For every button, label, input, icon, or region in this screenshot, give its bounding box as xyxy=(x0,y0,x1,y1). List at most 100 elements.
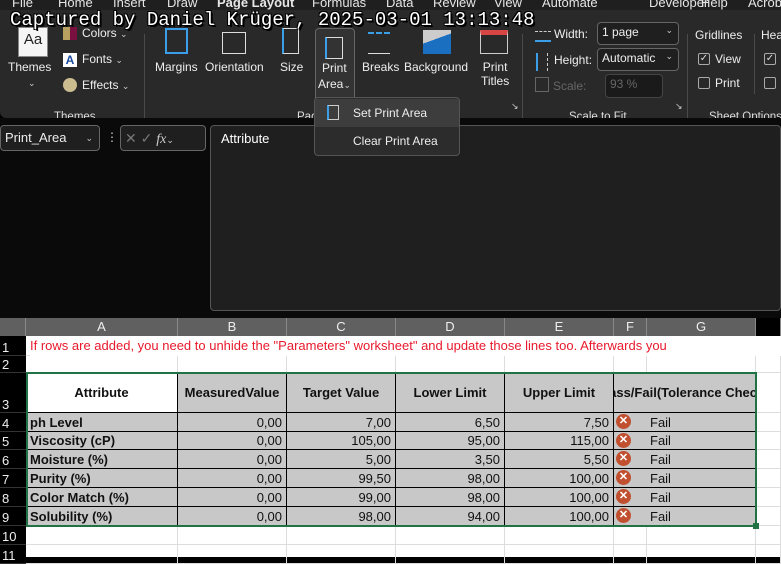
cell-measured[interactable]: 0,00 xyxy=(178,469,287,488)
cell-lower[interactable]: 98,00 xyxy=(396,469,505,488)
menu-automate[interactable]: Automate xyxy=(542,0,598,10)
row-header-7[interactable]: 7 xyxy=(0,469,26,488)
cell[interactable] xyxy=(756,545,781,564)
cell[interactable] xyxy=(505,526,614,545)
header-measured-value[interactable]: Measured Value xyxy=(178,373,287,413)
cell[interactable] xyxy=(396,526,505,545)
cell-measured[interactable]: 0,00 xyxy=(178,507,287,526)
cell-result-icon[interactable]: ✕ xyxy=(614,507,647,526)
cell-measured[interactable]: 0,00 xyxy=(178,413,287,432)
cell-upper[interactable]: 100,00 xyxy=(505,469,614,488)
row-header-10[interactable]: 10 xyxy=(0,526,26,545)
cell[interactable] xyxy=(614,545,647,564)
cell[interactable] xyxy=(505,545,614,564)
cell-attribute[interactable]: Purity (%) xyxy=(26,469,178,488)
orientation-button[interactable]: Orientation xyxy=(205,60,264,74)
cell-target[interactable]: 98,00 xyxy=(287,507,396,526)
cell[interactable] xyxy=(756,469,781,488)
cell[interactable] xyxy=(505,356,614,373)
effects-button[interactable]: Effects ⌄ xyxy=(82,78,129,92)
column-header-F[interactable]: F xyxy=(614,318,647,336)
cell[interactable] xyxy=(756,488,781,507)
column-header-B[interactable]: B xyxy=(178,318,287,336)
cell-result-icon[interactable]: ✕ xyxy=(614,488,647,507)
headings-view-checkbox[interactable]: ✓ xyxy=(764,53,776,65)
gridlines-print-checkbox[interactable] xyxy=(698,77,710,89)
cell[interactable] xyxy=(756,413,781,432)
cell-upper[interactable]: 100,00 xyxy=(505,507,614,526)
column-header-C[interactable]: C xyxy=(287,318,396,336)
column-header-A[interactable]: A xyxy=(26,318,178,336)
cell-target[interactable]: 99,00 xyxy=(287,488,396,507)
cell-result[interactable]: Fail xyxy=(647,432,756,450)
cell-attribute[interactable]: Moisture (%) xyxy=(26,450,178,469)
cell[interactable] xyxy=(396,356,505,373)
headings-print-checkbox[interactable] xyxy=(764,77,776,89)
cell[interactable] xyxy=(287,356,396,373)
cell[interactable] xyxy=(756,526,781,545)
formula-input[interactable]: Attribute xyxy=(210,125,781,311)
cell-measured[interactable]: 0,00 xyxy=(178,488,287,507)
cell[interactable] xyxy=(756,432,781,450)
enter-icon[interactable]: ✓ xyxy=(141,130,153,146)
cell[interactable] xyxy=(647,356,756,373)
cell-upper[interactable]: 5,50 xyxy=(505,450,614,469)
cell-upper[interactable]: 100,00 xyxy=(505,488,614,507)
row-header-9[interactable]: 9 xyxy=(0,507,26,526)
cell-result-icon[interactable]: ✕ xyxy=(614,469,647,488)
cell-result[interactable]: Fail xyxy=(647,507,756,526)
name-box[interactable]: Print_Area ⌄ xyxy=(0,125,100,151)
cell[interactable] xyxy=(647,545,756,564)
menu-developer[interactable]: Developer xyxy=(649,0,708,10)
background-button[interactable]: Background xyxy=(404,60,468,74)
cell[interactable] xyxy=(26,356,178,373)
row-header-6[interactable]: 6 xyxy=(0,450,26,469)
cell[interactable] xyxy=(756,373,781,413)
cell-attribute[interactable]: ph Level xyxy=(26,413,178,432)
cell[interactable] xyxy=(756,356,781,373)
scale-spinner[interactable]: 93 % xyxy=(605,74,663,98)
header-lower-limit[interactable]: Lower Limit xyxy=(396,373,505,413)
scale-dialog-launcher[interactable]: ↘ xyxy=(675,101,683,112)
select-all-button[interactable] xyxy=(0,318,26,336)
cell[interactable] xyxy=(396,545,505,564)
cell[interactable] xyxy=(647,526,756,545)
breaks-button[interactable]: Breaks xyxy=(362,60,399,74)
cell-result[interactable]: Fail xyxy=(647,450,756,469)
row-header-1[interactable]: 1 xyxy=(0,336,26,356)
cell[interactable] xyxy=(614,356,647,373)
print-area-button[interactable]: Print Area⌄ xyxy=(315,28,355,106)
insert-function-button[interactable]: fx xyxy=(156,132,166,147)
cell-upper[interactable]: 7,50 xyxy=(505,413,614,432)
cell-lower[interactable]: 3,50 xyxy=(396,450,505,469)
cell[interactable] xyxy=(178,526,287,545)
menu-help[interactable]: Help xyxy=(701,0,728,10)
cell-target[interactable]: 5,00 xyxy=(287,450,396,469)
height-select[interactable]: Automatic ⌄ xyxy=(597,48,679,71)
cell-measured[interactable]: 0,00 xyxy=(178,450,287,469)
cell-lower[interactable]: 98,00 xyxy=(396,488,505,507)
menu-acrobat[interactable]: Acrobat xyxy=(748,0,781,10)
cell[interactable] xyxy=(756,450,781,469)
cell-attribute[interactable]: Solubility (%) xyxy=(26,507,178,526)
set-print-area-item[interactable]: Set Print Area xyxy=(315,99,459,127)
cell-attribute[interactable]: Viscosity (cP) xyxy=(26,432,178,450)
themes-button[interactable]: Themes xyxy=(8,60,51,74)
cell-result[interactable]: Fail xyxy=(647,488,756,507)
gridlines-view-checkbox[interactable]: ✓ xyxy=(698,53,710,65)
cell-target[interactable]: 7,00 xyxy=(287,413,396,432)
size-button[interactable]: Size xyxy=(280,60,303,74)
cell-result-icon[interactable]: ✕ xyxy=(614,413,647,432)
fill-handle[interactable] xyxy=(753,523,759,529)
margins-button[interactable]: Margins xyxy=(155,60,198,74)
clear-print-area-item[interactable]: Clear Print Area xyxy=(315,127,459,155)
column-header-G[interactable]: G xyxy=(647,318,756,336)
header-target-value[interactable]: Target Value xyxy=(287,373,396,413)
cell[interactable] xyxy=(26,545,178,564)
cell-lower[interactable]: 95,00 xyxy=(396,432,505,450)
row-header-2[interactable]: 2 xyxy=(0,356,26,373)
page-setup-dialog-launcher[interactable]: ↘ xyxy=(511,101,519,112)
more-options-icon[interactable]: ⋮ xyxy=(106,130,118,144)
header-upper-limit[interactable]: Upper Limit xyxy=(505,373,614,413)
cell-result[interactable]: Fail xyxy=(647,469,756,488)
